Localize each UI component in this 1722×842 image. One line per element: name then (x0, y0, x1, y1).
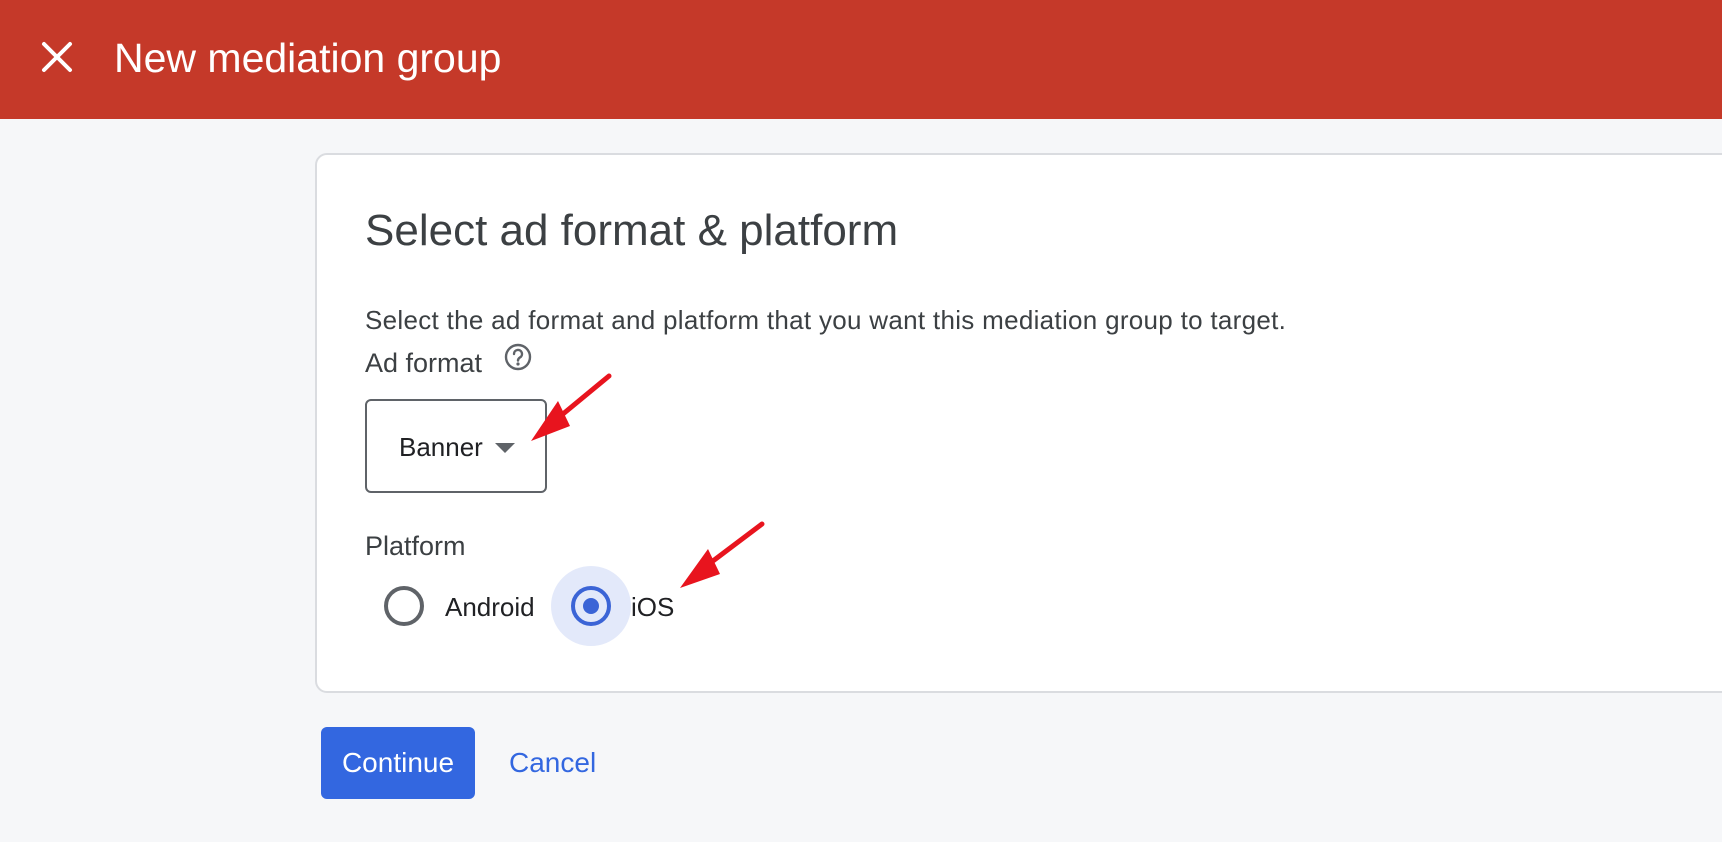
caret-down-icon (495, 443, 515, 453)
platform-label: Platform (365, 531, 466, 561)
ad-format-select[interactable]: Banner (365, 399, 547, 493)
close-button[interactable] (38, 38, 78, 78)
ad-format-label: Ad format (365, 348, 483, 378)
cancel-button[interactable]: Cancel (509, 745, 596, 781)
android-radio-label[interactable]: Android (445, 591, 535, 623)
continue-button[interactable]: Continue (321, 727, 475, 799)
page-title: New mediation group (114, 35, 502, 81)
format-platform-card: Select ad format & platform Select the a… (315, 153, 1722, 693)
android-radio[interactable] (384, 586, 424, 626)
app-header: New mediation group (0, 0, 1722, 119)
ios-radio[interactable] (571, 586, 611, 626)
close-icon (42, 42, 72, 72)
radio-selected-dot (583, 598, 599, 614)
ad-format-selected-value: Banner (399, 432, 483, 462)
card-description: Select the ad format and platform that y… (365, 305, 1287, 335)
help-circle-icon[interactable] (503, 342, 533, 372)
card-title: Select ad format & platform (365, 206, 899, 255)
ios-radio-label[interactable]: iOS (631, 591, 674, 623)
